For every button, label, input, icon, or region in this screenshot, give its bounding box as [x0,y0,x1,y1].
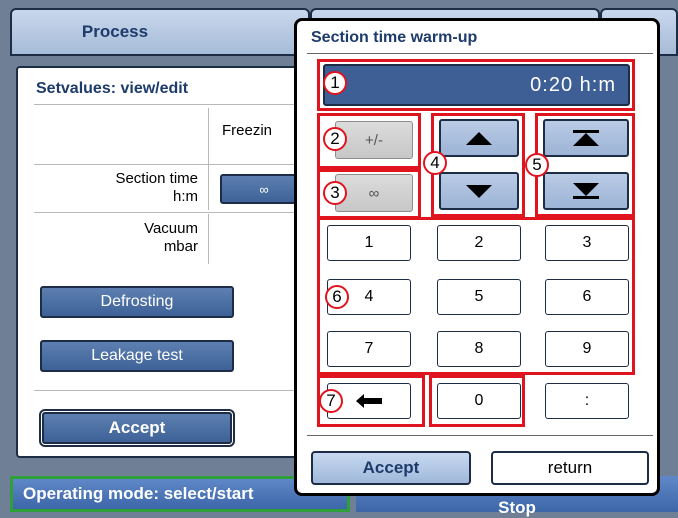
badge-label: 1 [330,73,340,92]
row-label-section-time: Section time h:m [58,170,198,206]
key-label: : [584,392,590,409]
badge-label: 5 [532,155,542,174]
divider [34,212,308,213]
operating-mode-label: Operating mode: select/start [23,484,254,503]
divider [34,164,308,165]
key-label: 3 [582,234,592,251]
row-label-vacuum: Vacuum mbar [58,220,198,256]
dialog-return-button[interactable]: return [491,451,649,485]
badge-label: 7 [326,391,336,410]
key-2[interactable]: 2 [437,225,521,261]
triangle-down-icon [466,184,492,198]
annotation-badge-2: 2 [323,127,347,151]
setvalues-title: Setvalues: view/edit [36,80,189,97]
infinity-label: ∞ [368,184,380,202]
leakage-test-label: Leakage test [91,347,183,364]
row-label-line: h:m [172,188,198,205]
time-display-value: 0:20 h:m [530,73,616,96]
divider [307,53,653,54]
column-header-freezing: Freezin [222,122,273,139]
triangle-up-icon [573,133,599,146]
row-label-line: Section time [115,170,198,187]
key-label: 9 [582,340,592,357]
annotation-badge-6: 6 [325,285,349,309]
stop-label: Stop [498,498,536,517]
key-label: 7 [364,340,374,357]
row-label-line: Vacuum [144,220,198,237]
key-0[interactable]: 0 [437,383,521,419]
defrosting-label: Defrosting [100,293,174,310]
increment-button[interactable] [439,119,519,157]
key-9[interactable]: 9 [545,331,629,367]
badge-label: 2 [330,129,340,148]
tab-process-label: Process [81,22,149,41]
key-label: 8 [474,340,484,357]
key-6[interactable]: 6 [545,279,629,315]
triangle-up-icon [466,131,492,145]
key-5[interactable]: 5 [437,279,521,315]
key-3[interactable]: 3 [545,225,629,261]
annotation-badge-7: 7 [319,389,343,413]
jump-to-min-icon [573,196,599,199]
annotation-badge-4: 4 [423,151,447,175]
key-label: 0 [474,392,484,409]
jump-to-min-button[interactable] [543,172,629,210]
dialog-accept-button[interactable]: Accept [311,451,471,485]
key-8[interactable]: 8 [437,331,521,367]
key-1[interactable]: 1 [327,225,411,261]
annotation-badge-5: 5 [525,153,549,177]
jump-to-max-button[interactable] [543,119,629,157]
divider [34,390,308,391]
dialog-title: Section time warm-up [311,29,478,46]
key-label: 2 [474,234,484,251]
row-label-line: mbar [163,238,198,255]
badge-label: 3 [330,183,340,202]
key-label: 6 [582,288,592,305]
badge-label: 4 [430,153,440,172]
key-label: 1 [364,234,374,251]
time-display: 0:20 h:m [323,64,630,106]
accept-button-main[interactable]: Accept [39,409,235,447]
triangle-down-icon [573,183,599,196]
divider [307,435,653,436]
setvalues-panel: Setvalues: view/edit Freezin Section tim… [16,66,308,458]
backspace-arrow-icon [356,394,382,408]
leakage-test-button[interactable]: Leakage test [40,340,234,372]
badge-label: 6 [332,287,342,306]
key-7[interactable]: 7 [327,331,411,367]
annotation-badge-1: 1 [323,71,347,95]
divider [208,108,209,166]
section-time-dialog: Section time warm-up 0:20 h:m +/- ∞ 1 2 … [294,18,660,496]
dialog-accept-label: Accept [362,458,420,477]
divider [208,214,209,264]
decrement-button[interactable] [439,172,519,210]
divider [208,166,209,210]
key-label: 5 [474,288,484,305]
plus-minus-label: +/- [365,131,383,149]
key-colon[interactable]: : [545,383,629,419]
dialog-return-label: return [547,458,593,477]
annotation-badge-3: 3 [323,181,347,205]
tab-process[interactable]: Process [10,8,310,56]
divider [34,104,308,105]
infinity-value: ∞ [259,181,269,197]
key-label: 4 [364,288,374,305]
accept-label: Accept [108,418,166,437]
defrosting-button[interactable]: Defrosting [40,286,234,318]
